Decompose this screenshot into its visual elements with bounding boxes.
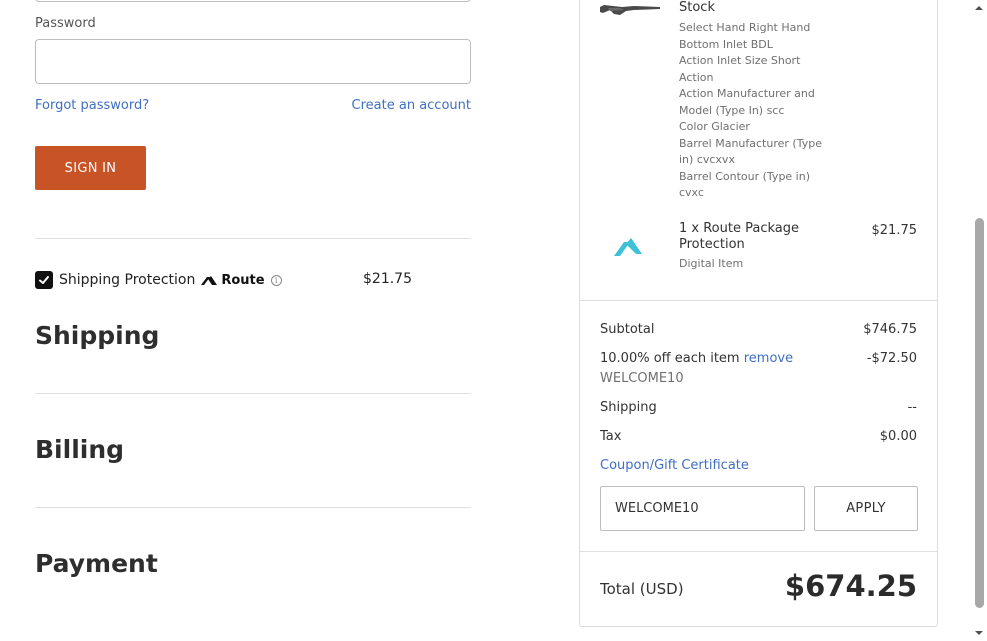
divider	[35, 507, 471, 508]
remove-discount-link[interactable]: remove	[744, 351, 793, 366]
route-package-price: $21.75	[871, 223, 918, 238]
checkout-form: Password Forgot password? Create an acco…	[35, 0, 471, 641]
shipping-section-title[interactable]: Shipping	[35, 321, 159, 350]
info-icon[interactable]: i	[270, 274, 282, 286]
discount-code: WELCOME10	[600, 371, 684, 386]
payment-section-title[interactable]: Payment	[35, 549, 158, 578]
shipping-protection-row: Shipping Protection Route i $21.75	[35, 270, 471, 290]
total-label: Total (USD)	[600, 580, 684, 598]
checkmark-icon	[39, 276, 49, 284]
billing-section-title[interactable]: Billing	[35, 435, 124, 464]
scroll-down-icon[interactable]	[974, 628, 984, 638]
item-name: Stock	[679, 0, 715, 15]
tax-label: Tax	[600, 429, 622, 444]
shipping-protection-price: $21.75	[363, 271, 412, 287]
discount-row: 10.00% off each item remove -$72.50	[600, 351, 917, 366]
route-brand: Route	[221, 272, 265, 288]
tax-row: Tax $0.00	[600, 429, 917, 444]
shipping-value: --	[907, 400, 917, 415]
tax-value: $0.00	[879, 429, 917, 444]
forgot-password-link[interactable]: Forgot password?	[35, 98, 149, 113]
item-option: Barrel Manufacturer (Type in) cvcxvx	[679, 136, 822, 167]
item-option: Barrel Contour (Type in) cvxc	[679, 169, 811, 200]
password-label: Password	[35, 16, 96, 31]
divider	[35, 238, 471, 239]
password-field[interactable]	[35, 39, 471, 84]
route-icon	[201, 275, 218, 285]
shipping-protection-label: Shipping Protection	[59, 272, 196, 288]
shipping-row: Shipping --	[600, 400, 917, 415]
divider	[35, 393, 471, 394]
total-value: $674.25	[784, 569, 917, 603]
item-option: Action Inlet Size Short Action	[679, 54, 801, 84]
item-option: Select Hand Right Hand	[679, 21, 811, 34]
item-options: Select Hand Right Hand Bottom Inlet BDL …	[679, 20, 829, 202]
subtotal-label: Subtotal	[600, 322, 655, 337]
route-package-icon	[612, 236, 644, 262]
scrollbar-thumb[interactable]	[975, 218, 984, 608]
subtotal-row: Subtotal $746.75	[600, 322, 917, 337]
sign-in-button[interactable]: SIGN IN	[35, 146, 146, 190]
coupon-link[interactable]: Coupon/Gift Certificate	[600, 458, 749, 473]
coupon-input[interactable]	[600, 486, 805, 531]
create-account-link[interactable]: Create an account	[352, 98, 471, 113]
order-summary: Stock Select Hand Right Hand Bottom Inle…	[579, 0, 938, 627]
scroll-up-icon[interactable]	[974, 3, 984, 13]
discount-label: 10.00% off each item	[600, 351, 740, 366]
email-field[interactable]	[35, 0, 471, 2]
divider	[580, 551, 937, 552]
shipping-label: Shipping	[600, 400, 657, 415]
item-option: Color Glacier	[679, 120, 750, 133]
item-option: Action Manufacturer and Model (Type In) …	[679, 87, 815, 117]
discount-value: -$72.50	[866, 351, 917, 366]
subtotal-value: $746.75	[863, 322, 917, 337]
item-option: Bottom Inlet BDL	[679, 37, 773, 51]
route-logo: Route	[201, 272, 265, 288]
apply-button[interactable]: APPLY	[814, 486, 918, 531]
route-package-name: 1 x Route Package Protection	[679, 221, 799, 252]
shipping-protection-checkbox[interactable]	[35, 271, 53, 289]
divider	[580, 300, 937, 301]
rifle-stock-icon	[600, 1, 662, 21]
route-package-sub: Digital Item	[679, 257, 744, 270]
